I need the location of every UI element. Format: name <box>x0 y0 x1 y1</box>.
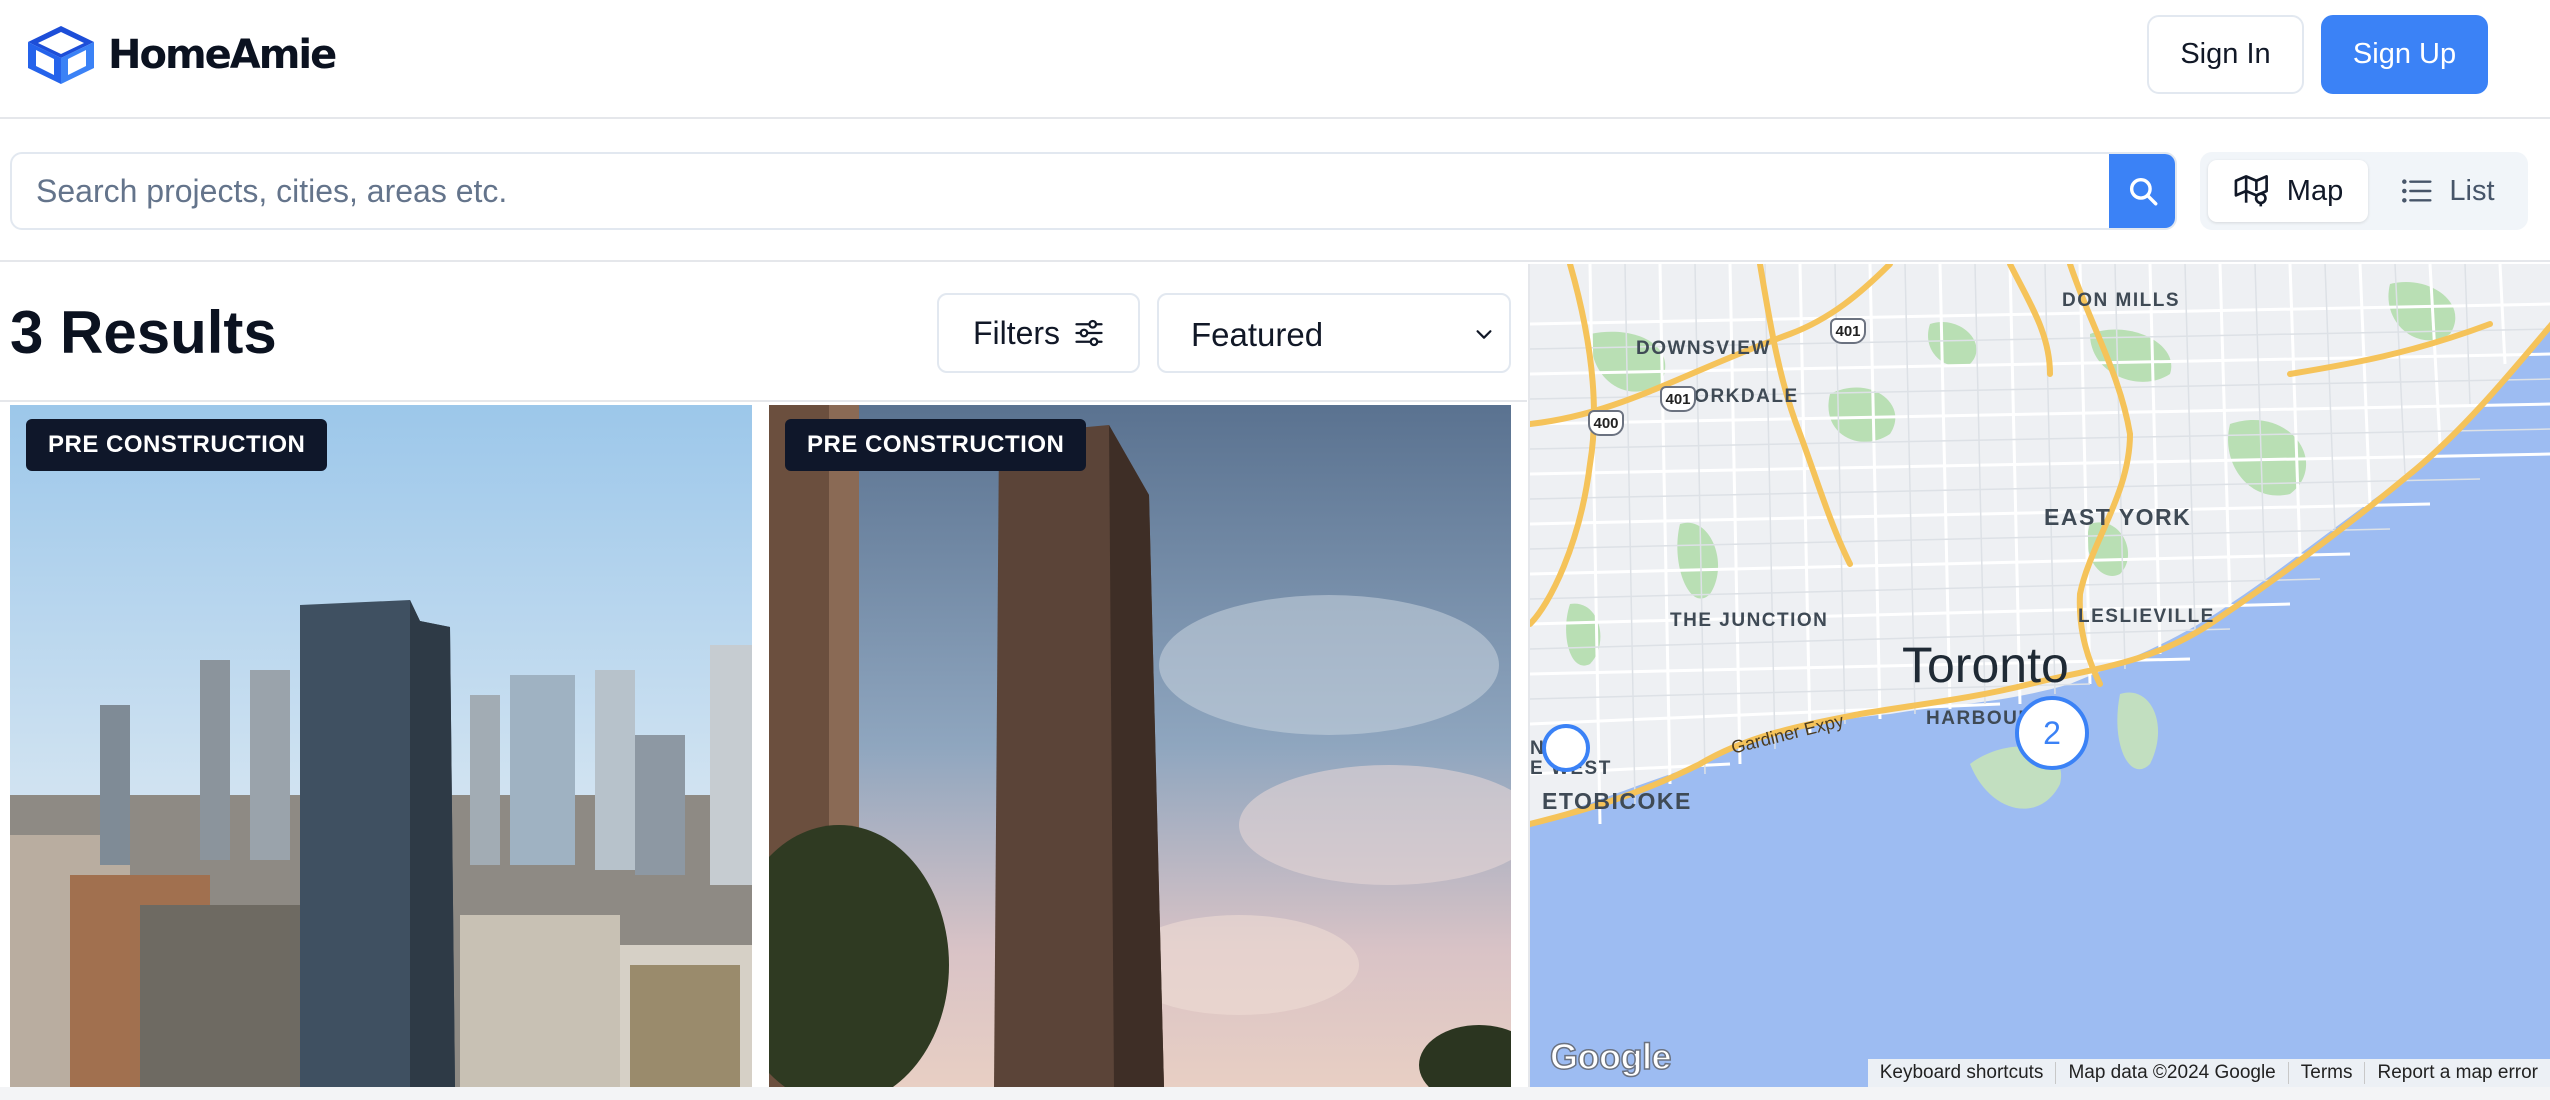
results-map[interactable]: DON MILLS DOWNSVIEW YORKDALE EAST YORK T… <box>1528 264 2550 1087</box>
highway-shield: 400 <box>1588 410 1624 436</box>
map-label-the-junction: THE JUNCTION <box>1670 610 1829 631</box>
keyboard-shortcuts-link[interactable]: Keyboard shortcuts <box>1868 1062 2056 1084</box>
highway-shield: 401 <box>1660 386 1696 412</box>
bottom-strip <box>0 1087 2550 1100</box>
results-count-heading: 3 Results <box>10 299 277 366</box>
box-logo-icon <box>28 26 94 84</box>
listing-card[interactable]: PRE CONSTRUCTION <box>10 405 752 1087</box>
sign-up-button[interactable]: Sign Up <box>2321 15 2488 94</box>
view-toggle: Map List <box>2200 152 2528 230</box>
top-header: HomeAmie Sign In Sign Up <box>0 0 2550 119</box>
sort-selected-value: Featured <box>1191 316 1324 353</box>
list-icon <box>2402 179 2432 203</box>
list-view-button[interactable]: List <box>2376 160 2520 222</box>
map-pin-icon <box>2234 175 2268 207</box>
map-attribution: Keyboard shortcuts Map data ©2024 Google… <box>1867 1059 2550 1087</box>
search-button[interactable] <box>2109 154 2175 228</box>
listing-badge: PRE CONSTRUCTION <box>785 419 1087 471</box>
report-error-link[interactable]: Report a map error <box>2364 1062 2550 1084</box>
listing-badge: PRE CONSTRUCTION <box>26 419 328 471</box>
listing-photo <box>10 405 752 1087</box>
map-view-label: Map <box>2286 174 2344 207</box>
listing-photo <box>769 405 1511 1087</box>
map-label-downsview: DOWNSVIEW <box>1636 338 1771 359</box>
search-input[interactable] <box>12 154 2109 228</box>
search-toolbar: Map List <box>0 120 2550 262</box>
chevron-down-icon <box>1476 330 1492 339</box>
map-view-button[interactable]: Map <box>2208 160 2368 222</box>
results-bar: 3 Results Filters Featured <box>0 264 1527 402</box>
map-label-east-york: EAST YORK <box>2044 504 2192 530</box>
map-data-notice: Map data ©2024 Google <box>2055 1062 2287 1084</box>
sliders-icon <box>1075 319 1103 347</box>
map-label-yorkdale: YORKDALE <box>1680 386 1799 407</box>
brand-logo[interactable]: HomeAmie <box>24 22 337 88</box>
filters-label: Filters <box>972 314 1061 351</box>
search-box <box>10 152 2177 230</box>
google-logo: Google <box>1549 1035 1672 1078</box>
sign-in-button[interactable]: Sign In <box>2147 15 2304 94</box>
listing-card[interactable]: PRE CONSTRUCTION <box>769 405 1511 1087</box>
brand-name: HomeAmie <box>108 32 337 78</box>
map-label-etobicoke: ETOBICOKE <box>1542 788 1692 814</box>
map-marker[interactable] <box>1542 724 1590 772</box>
map-label-city: Toronto <box>1902 637 2069 693</box>
map-label-don-mills: DON MILLS <box>2062 290 2180 311</box>
list-view-label: List <box>2449 174 2495 207</box>
map-label-leslieville: LESLIEVILLE <box>2078 606 2215 627</box>
highway-shield: 401 <box>1830 318 1866 344</box>
filters-button[interactable]: Filters <box>937 293 1140 373</box>
sort-select[interactable]: Featured <box>1157 293 1511 373</box>
search-icon <box>2129 177 2158 206</box>
map-cluster-marker[interactable]: 2 <box>2015 696 2089 770</box>
terms-link[interactable]: Terms <box>2287 1062 2365 1084</box>
